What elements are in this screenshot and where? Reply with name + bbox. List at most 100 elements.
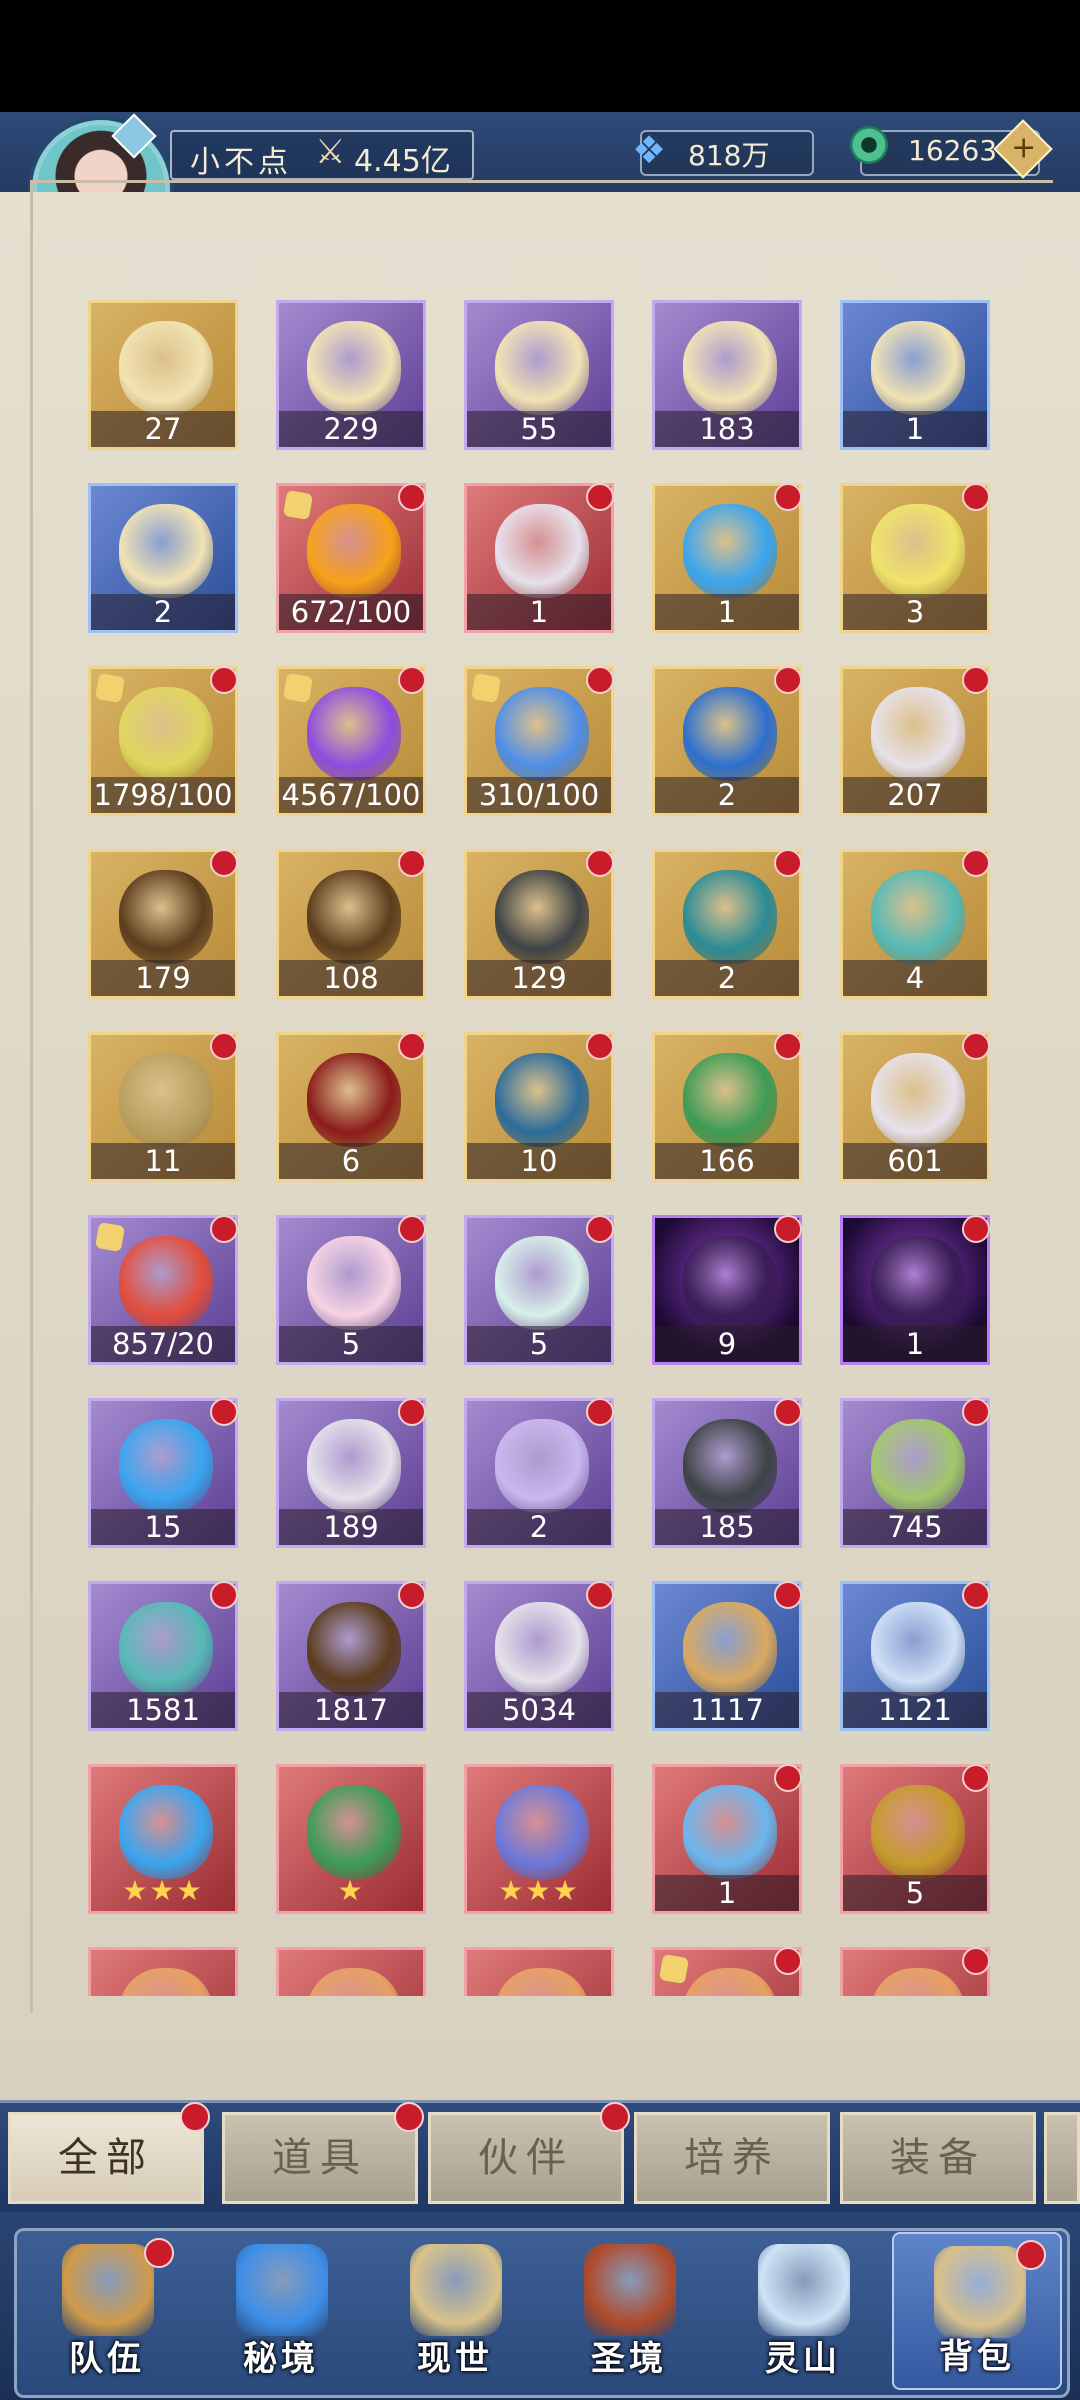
fragment-icon	[282, 489, 314, 521]
inventory-slot[interactable]	[652, 1947, 802, 1996]
inventory-slot[interactable]	[88, 1947, 238, 1996]
nav-label: 现世	[417, 2339, 493, 2379]
tab-4[interactable]: 装备	[840, 2112, 1036, 2204]
inventory-slot[interactable]: 15	[88, 1398, 238, 1548]
inventory-slot[interactable]: 310/100	[464, 666, 614, 816]
nav-icon	[62, 2244, 154, 2336]
tab-1[interactable]: 道具	[222, 2112, 418, 2204]
inventory-slot[interactable]	[464, 1947, 614, 1996]
feather-currency-icon: ❖	[632, 128, 667, 172]
notification-dot	[774, 1215, 802, 1243]
inventory-slot[interactable]: 1	[652, 1764, 802, 1914]
nav-icon	[236, 2244, 328, 2336]
item-icon	[683, 687, 777, 781]
fragment-icon	[470, 672, 502, 704]
inventory-slot[interactable]: 1	[840, 300, 990, 450]
inventory-slot[interactable]: 1	[840, 1215, 990, 1365]
inventory-slot[interactable]: ★	[276, 1764, 426, 1914]
nav-item-0[interactable]: 队伍	[22, 2232, 192, 2390]
item-stars: ★	[337, 1874, 365, 1907]
nav-item-2[interactable]: 现世	[370, 2232, 540, 2390]
inventory-slot[interactable]: 189	[276, 1398, 426, 1548]
item-icon	[119, 1602, 213, 1696]
inventory-slot[interactable]: 1817	[276, 1581, 426, 1731]
inventory-slot[interactable]: 183	[652, 300, 802, 450]
combat-power-icon: ⚔	[315, 132, 346, 172]
item-count: 5	[843, 1875, 987, 1911]
inventory-slot[interactable]: 2	[88, 483, 238, 633]
notification-dot	[180, 2102, 210, 2132]
notification-dot	[586, 1032, 614, 1060]
item-icon	[119, 870, 213, 964]
inventory-slot[interactable]: 166	[652, 1032, 802, 1182]
inventory-slot[interactable]: 11	[88, 1032, 238, 1182]
nav-icon	[584, 2244, 676, 2336]
inventory-slot[interactable]: 229	[276, 300, 426, 450]
nav-item-1[interactable]: 秘境	[196, 2232, 366, 2390]
inventory-slot[interactable]: 207	[840, 666, 990, 816]
item-icon	[495, 1785, 589, 1879]
notification-dot	[962, 1032, 990, 1060]
status-bar-area	[0, 0, 1080, 112]
notification-dot	[962, 1581, 990, 1609]
inventory-slot[interactable]: 179	[88, 849, 238, 999]
fragment-icon	[94, 1221, 126, 1253]
inventory-slot[interactable]: 129	[464, 849, 614, 999]
tab-more[interactable]	[1044, 2112, 1080, 2204]
item-icon	[307, 1419, 401, 1513]
notification-dot	[774, 1947, 802, 1975]
inventory-slot[interactable]: 4567/100	[276, 666, 426, 816]
inventory-slot[interactable]: 1121	[840, 1581, 990, 1731]
notification-dot	[398, 1398, 426, 1426]
item-icon	[495, 321, 589, 415]
inventory-slot[interactable]: 10	[464, 1032, 614, 1182]
nav-item-5[interactable]: 背包	[892, 2232, 1062, 2390]
inventory-slot[interactable]: 6	[276, 1032, 426, 1182]
inventory-slot[interactable]	[840, 1947, 990, 1996]
inventory-slot[interactable]: 4	[840, 849, 990, 999]
plus-icon: +	[1011, 130, 1037, 166]
inventory-slot[interactable]	[276, 1947, 426, 1996]
inventory-slot[interactable]: 2	[652, 666, 802, 816]
inventory-slot[interactable]: 5	[276, 1215, 426, 1365]
inventory-slot[interactable]: ★★★	[88, 1764, 238, 1914]
notification-dot	[962, 1215, 990, 1243]
inventory-slot[interactable]: 9	[652, 1215, 802, 1365]
notification-dot	[586, 666, 614, 694]
inventory-slot[interactable]: 1	[464, 483, 614, 633]
inventory-slot[interactable]: 5034	[464, 1581, 614, 1731]
tab-0[interactable]: 全部	[8, 2112, 204, 2204]
inventory-slot[interactable]: 1581	[88, 1581, 238, 1731]
item-icon	[871, 1602, 965, 1696]
inventory-slot[interactable]: 601	[840, 1032, 990, 1182]
item-count: 1798/100	[91, 777, 235, 813]
inventory-slot[interactable]: 5	[464, 1215, 614, 1365]
item-icon	[683, 321, 777, 415]
tab-2[interactable]: 伙伴	[428, 2112, 624, 2204]
inventory-slot[interactable]: 1	[652, 483, 802, 633]
inventory-slot[interactable]: 857/20	[88, 1215, 238, 1365]
inventory-slot[interactable]: 745	[840, 1398, 990, 1548]
inventory-slot[interactable]: 672/100	[276, 483, 426, 633]
item-count: 229	[279, 411, 423, 447]
item-icon	[871, 504, 965, 598]
nav-item-4[interactable]: 灵山	[718, 2232, 888, 2390]
inventory-slot[interactable]: 5	[840, 1764, 990, 1914]
inventory-slot[interactable]: 1117	[652, 1581, 802, 1731]
inventory-slot[interactable]: 1798/100	[88, 666, 238, 816]
item-icon	[307, 504, 401, 598]
inventory-slot[interactable]: ★★★	[464, 1764, 614, 1914]
inventory-slot[interactable]: 3	[840, 483, 990, 633]
inventory-slot[interactable]: 27	[88, 300, 238, 450]
inventory-slot[interactable]: 185	[652, 1398, 802, 1548]
inventory-grid: 27 229 55 183 1 2 672/100 1 1 3 1798/100 4567/100 31…	[0, 300, 1080, 1996]
inventory-slot[interactable]: 2	[652, 849, 802, 999]
inventory-slot[interactable]: 108	[276, 849, 426, 999]
notification-dot	[394, 2102, 424, 2132]
inventory-slot[interactable]: 2	[464, 1398, 614, 1548]
tab-3[interactable]: 培养	[634, 2112, 830, 2204]
inventory-slot[interactable]: 55	[464, 300, 614, 450]
nav-item-3[interactable]: 圣境	[544, 2232, 714, 2390]
item-icon	[871, 1968, 965, 1996]
currency-1-value: 818万	[688, 139, 770, 172]
